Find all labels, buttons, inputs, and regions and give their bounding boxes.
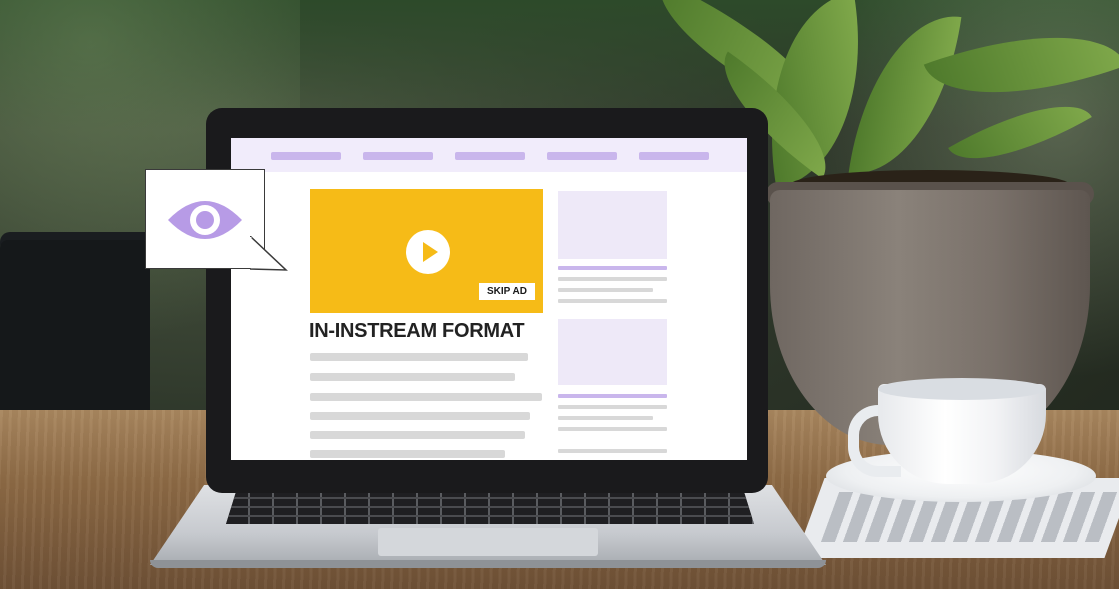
nav-item[interactable] <box>547 152 617 160</box>
video-ad-player[interactable]: SKIP AD <box>310 189 543 313</box>
eye-icon <box>168 201 242 239</box>
view-callout-bubble <box>145 169 265 269</box>
sidebar-thumbnail[interactable] <box>558 191 667 259</box>
photo-scene: SKIP AD IN-INSTREAM FORMAT <box>0 0 1119 589</box>
sidebar-line <box>558 405 667 409</box>
sidebar-line <box>558 427 667 431</box>
laptop-edge <box>150 560 826 568</box>
play-triangle <box>423 242 438 262</box>
trackpad <box>378 528 598 556</box>
nav-item[interactable] <box>363 152 433 160</box>
sidebar-line <box>558 299 667 303</box>
laptop-screen: SKIP AD IN-INSTREAM FORMAT <box>231 138 747 460</box>
sidebar-line <box>558 416 653 420</box>
text-placeholder-line <box>310 373 515 381</box>
chair <box>0 240 150 420</box>
sidebar-line <box>558 277 667 281</box>
text-placeholder-line <box>310 450 505 458</box>
keyboard-rows <box>226 490 754 524</box>
nav-item[interactable] <box>271 152 341 160</box>
nav-item[interactable] <box>639 152 709 160</box>
skip-ad-button[interactable]: SKIP AD <box>479 283 535 300</box>
text-placeholder-line <box>310 412 530 420</box>
sidebar-line <box>558 449 667 453</box>
nav-item[interactable] <box>455 152 525 160</box>
sidebar-line <box>558 266 667 270</box>
text-placeholder-line <box>310 353 528 361</box>
cup-rim <box>878 378 1046 400</box>
play-icon[interactable] <box>406 230 450 274</box>
article-headline: IN-INSTREAM FORMAT <box>309 320 525 342</box>
sidebar-line <box>558 288 653 292</box>
bubble-tail <box>250 236 288 271</box>
sidebar-line <box>558 394 667 398</box>
text-placeholder-line <box>310 393 542 401</box>
nav-bar <box>231 138 747 172</box>
text-placeholder-line <box>310 431 525 439</box>
sidebar-thumbnail[interactable] <box>558 319 667 385</box>
